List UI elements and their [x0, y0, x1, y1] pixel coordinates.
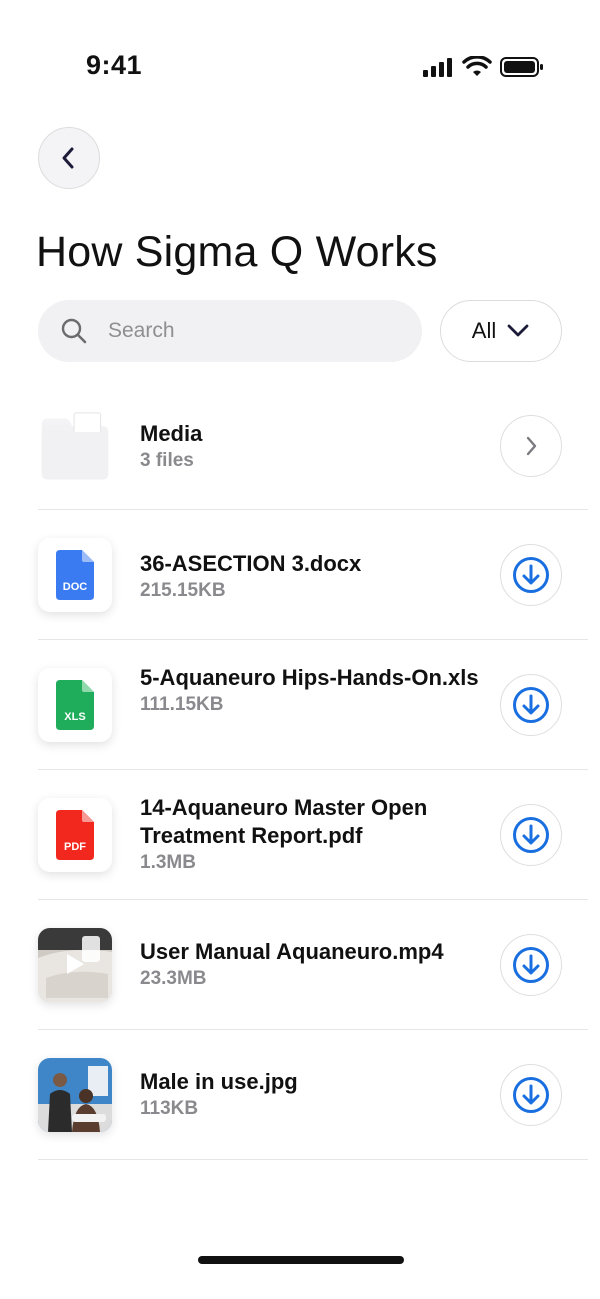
download-icon: [513, 557, 549, 593]
signal-icon: [423, 58, 452, 77]
download-button[interactable]: [500, 1064, 562, 1126]
download-icon: [513, 687, 549, 723]
file-row[interactable]: DOC 36-ASECTION 3.docx 215.15KB: [0, 510, 600, 640]
download-button[interactable]: [500, 674, 562, 736]
file-name: 14-Aquaneuro Master Open Treatment Repor…: [140, 795, 428, 848]
file-name: Media: [140, 421, 203, 446]
file-row[interactable]: Male in use.jpg 113KB: [0, 1030, 600, 1160]
back-button[interactable]: [38, 127, 100, 189]
folder-icon: [38, 410, 112, 484]
download-button[interactable]: [500, 544, 562, 606]
divider: [38, 1159, 588, 1160]
status-time: 9:41: [86, 50, 143, 80]
file-meta: 113KB: [140, 1098, 199, 1119]
file-meta: 3 files: [140, 450, 194, 471]
file-row[interactable]: User Manual Aquaneuro.mp4 23.3MB: [0, 900, 600, 1030]
doc-badge: DOC: [63, 581, 88, 593]
image-thumbnail: [38, 1058, 112, 1132]
page-title: How Sigma Q Works: [36, 228, 438, 276]
file-meta: 23.3MB: [140, 968, 207, 989]
search-bar[interactable]: [38, 300, 422, 362]
file-name: 5-Aquaneuro Hips-Hands-On.xls: [140, 665, 479, 690]
file-meta: 1.3MB: [140, 852, 196, 873]
doc-file-icon: DOC: [38, 538, 112, 612]
file-row[interactable]: PDF 14-Aquaneuro Master Open Treatment R…: [0, 770, 600, 900]
file-meta: 215.15KB: [140, 580, 226, 601]
download-icon: [513, 947, 549, 983]
home-indicator[interactable]: [198, 1256, 404, 1264]
xls-badge: XLS: [64, 711, 85, 723]
pdf-badge: PDF: [64, 841, 86, 853]
search-icon: [61, 318, 87, 344]
download-button[interactable]: [500, 934, 562, 996]
video-thumbnail: [38, 928, 112, 1002]
chevron-left-icon: [62, 147, 74, 169]
wifi-icon: [462, 56, 492, 76]
status-bar: 9:41: [0, 0, 600, 120]
file-meta: 111.15KB: [140, 694, 224, 715]
chevron-right-icon: [526, 436, 537, 456]
battery-icon: [500, 57, 543, 77]
download-button[interactable]: [500, 804, 562, 866]
pdf-file-icon: PDF: [38, 798, 112, 872]
open-folder-button[interactable]: [500, 415, 562, 477]
file-row[interactable]: XLS 5-Aquaneuro Hips-Hands-On.xls 111.15…: [0, 640, 600, 770]
status-icons: [422, 56, 544, 78]
download-icon: [513, 1077, 549, 1113]
xls-file-icon: XLS: [38, 668, 112, 742]
search-input[interactable]: [108, 319, 368, 343]
file-name: User Manual Aquaneuro.mp4: [140, 939, 444, 964]
folder-row-media[interactable]: Media 3 files: [0, 380, 600, 510]
download-icon: [513, 817, 549, 853]
chevron-down-icon: [507, 324, 529, 337]
filter-dropdown[interactable]: All: [440, 300, 562, 362]
file-name: 36-ASECTION 3.docx: [140, 551, 362, 576]
file-name: Male in use.jpg: [140, 1069, 298, 1094]
filter-label: All: [471, 318, 497, 343]
